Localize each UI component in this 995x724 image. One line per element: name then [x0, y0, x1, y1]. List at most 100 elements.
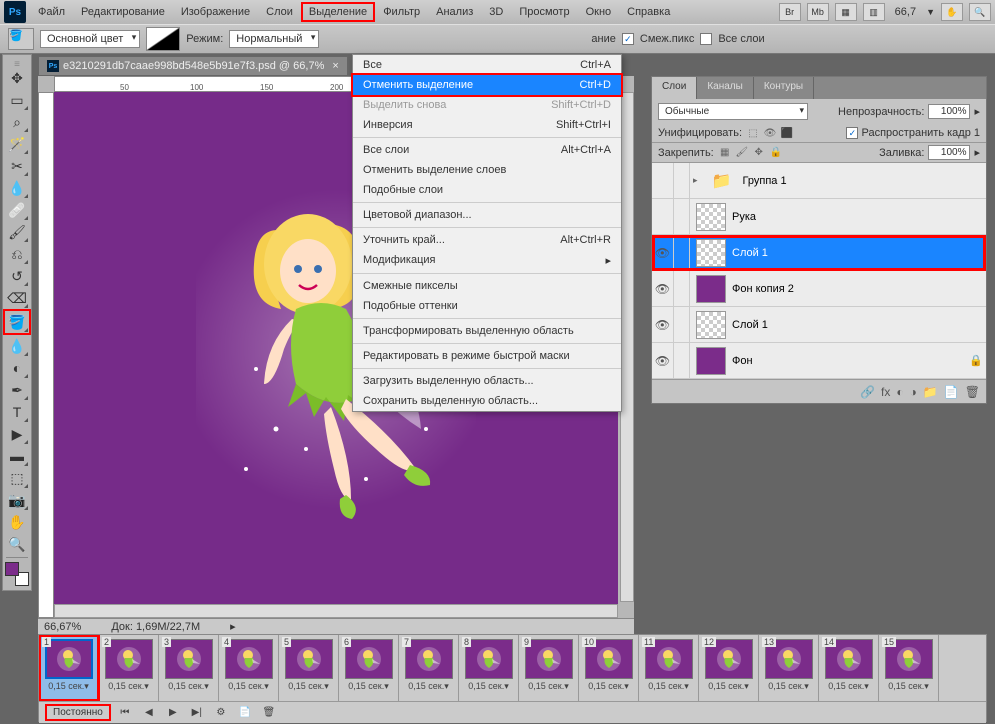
blend-mode-dropdown[interactable]: Нормальный — [229, 30, 319, 48]
minibridge-button[interactable]: Mb — [807, 3, 829, 21]
play-button[interactable]: ▶ — [163, 705, 183, 721]
menu-item[interactable]: Смежные пикселы — [353, 276, 621, 296]
menu-item[interactable]: Редактировать в режиме быстрой маски — [353, 346, 621, 366]
group-arrow-icon[interactable]: ▸ — [693, 175, 698, 186]
frame-delay[interactable]: 0,15 сек.▾ — [648, 681, 688, 692]
menu-выделение[interactable]: Выделение — [301, 2, 375, 22]
eyedropper-tool[interactable]: 💧 — [5, 177, 29, 199]
pattern-swatch[interactable] — [146, 27, 180, 51]
blend-mode-select[interactable]: Обычные — [658, 103, 808, 120]
layer-thumbnail[interactable] — [696, 347, 726, 375]
frame-delay[interactable]: 0,15 сек.▾ — [768, 681, 808, 692]
visibility-toggle[interactable] — [652, 163, 674, 198]
menu-файл[interactable]: Файл — [30, 2, 73, 22]
unify-style-icon[interactable]: ⬛ — [780, 126, 794, 140]
animation-frame[interactable]: 40,15 сек.▾ — [219, 635, 279, 701]
frame-delay[interactable]: 0,15 сек.▾ — [708, 681, 748, 692]
horizontal-scrollbar[interactable] — [54, 604, 618, 618]
brush-tool[interactable]: 🖌 — [5, 221, 29, 243]
lock-position-icon[interactable]: ✥ — [752, 146, 766, 160]
layer-row[interactable]: 👁 Фон копия 2 — [652, 271, 986, 307]
visibility-toggle[interactable]: 👁 — [652, 235, 674, 270]
menu-item[interactable]: Модификация — [353, 250, 621, 271]
path-select-tool[interactable]: ▶ — [5, 423, 29, 445]
layer-name[interactable]: Группа 1 — [743, 175, 986, 187]
menu-item[interactable]: Уточнить край...Alt+Ctrl+R — [353, 230, 621, 250]
menu-item[interactable]: Отменить выделениеCtrl+D — [351, 73, 623, 97]
menu-редактирование[interactable]: Редактирование — [73, 2, 173, 22]
menu-item[interactable]: Подобные слои — [353, 180, 621, 200]
color-swatches[interactable] — [5, 562, 29, 586]
menu-item[interactable]: ИнверсияShift+Ctrl+I — [353, 115, 621, 135]
contiguous-checkbox[interactable]: ✓ — [622, 33, 634, 45]
layer-thumbnail[interactable] — [696, 203, 726, 231]
crop-tool[interactable]: ✂ — [5, 155, 29, 177]
layer-row[interactable]: 👁 Слой 1 — [652, 235, 986, 271]
menu-справка[interactable]: Справка — [619, 2, 678, 22]
zoom-button[interactable]: 🔍 — [969, 3, 991, 21]
link-col[interactable] — [674, 271, 690, 306]
layer-row[interactable]: 👁Слой 1 — [652, 307, 986, 343]
animation-frame[interactable]: 60,15 сек.▾ — [339, 635, 399, 701]
link-layers-icon[interactable]: 🔗 — [860, 385, 875, 399]
hand-button[interactable]: ✋ — [941, 3, 963, 21]
frame-delay[interactable]: 0,15 сек.▾ — [288, 681, 328, 692]
new-group-icon[interactable]: 📁 — [923, 385, 938, 399]
visibility-toggle[interactable]: 👁 — [652, 271, 674, 306]
layer-name[interactable]: Слой 1 — [732, 319, 986, 331]
opacity-input[interactable]: 100% — [928, 104, 970, 119]
type-tool[interactable]: T — [5, 401, 29, 423]
layer-row[interactable]: ▸📁Группа 1 — [652, 163, 986, 199]
menu-фильтр[interactable]: Фильтр — [375, 2, 428, 22]
layer-thumbnail[interactable] — [696, 275, 726, 303]
all-layers-checkbox[interactable] — [700, 33, 712, 45]
layer-name[interactable]: Фон — [732, 355, 966, 367]
menu-item[interactable]: ВсеCtrl+A — [353, 55, 621, 75]
animation-frame[interactable]: 140,15 сек.▾ — [819, 635, 879, 701]
menu-item[interactable]: Трансформировать выделенную область — [353, 321, 621, 341]
frame-delay[interactable]: 0,15 сек.▾ — [408, 681, 448, 692]
animation-frame[interactable]: 110,15 сек.▾ — [639, 635, 699, 701]
opacity-arrow-icon[interactable]: ▸ — [974, 105, 980, 118]
menu-изображение[interactable]: Изображение — [173, 2, 258, 22]
animation-frame[interactable]: 30,15 сек.▾ — [159, 635, 219, 701]
frame-delay[interactable]: 0,15 сек.▾ — [108, 681, 148, 692]
blur-tool[interactable]: 💧 — [5, 335, 29, 357]
animation-frame[interactable]: 120,15 сек.▾ — [699, 635, 759, 701]
menu-просмотр[interactable]: Просмотр — [511, 2, 577, 22]
propagate-checkbox[interactable]: ✓ — [846, 127, 858, 139]
frame-delay[interactable]: 0,15 сек.▾ — [528, 681, 568, 692]
new-frame-button[interactable]: 📄 — [235, 705, 255, 721]
menu-анализ[interactable]: Анализ — [428, 2, 481, 22]
close-tab-icon[interactable]: × — [332, 60, 338, 72]
layer-row[interactable]: 👁Фон🔒 — [652, 343, 986, 379]
unify-visibility-icon[interactable]: 👁 — [763, 126, 777, 140]
frame-delay[interactable]: 0,15 сек.▾ — [228, 681, 268, 692]
unify-position-icon[interactable]: ⬚ — [746, 126, 760, 140]
zoom-value[interactable]: 66,7 — [891, 6, 920, 18]
layer-row[interactable]: Рука — [652, 199, 986, 235]
delete-frame-button[interactable]: 🗑 — [259, 705, 279, 721]
arrange-button[interactable]: ▥ — [863, 3, 885, 21]
marquee-tool[interactable]: ▭ — [5, 89, 29, 111]
lock-image-icon[interactable]: 🖌 — [735, 146, 749, 160]
eraser-tool[interactable]: ⌫ — [5, 287, 29, 309]
hand-tool[interactable]: ✋ — [5, 511, 29, 533]
screen-mode-button[interactable]: ▦ — [835, 3, 857, 21]
frame-delay[interactable]: 0,15 сек.▾ — [468, 681, 508, 692]
animation-frame[interactable]: 100,15 сек.▾ — [579, 635, 639, 701]
animation-frame[interactable]: 50,15 сек.▾ — [279, 635, 339, 701]
menu-слои[interactable]: Слои — [258, 2, 301, 22]
history-brush-tool[interactable]: ↺ — [5, 265, 29, 287]
vertical-scrollbar[interactable] — [620, 92, 634, 602]
menu-item[interactable]: Все слоиAlt+Ctrl+A — [353, 140, 621, 160]
layer-name[interactable]: Фон копия 2 — [732, 283, 986, 295]
foreground-color[interactable] — [5, 562, 19, 576]
lock-transparency-icon[interactable]: ▦ — [718, 146, 732, 160]
frame-delay[interactable]: 0,15 сек.▾ — [828, 681, 868, 692]
layer-name[interactable]: Слой 1 — [732, 247, 986, 259]
fill-source-dropdown[interactable]: Основной цвет — [40, 30, 140, 48]
dodge-tool[interactable]: ◐ — [5, 357, 29, 379]
layer-style-icon[interactable]: fx — [881, 385, 890, 399]
toolbox-grip[interactable] — [3, 59, 31, 67]
